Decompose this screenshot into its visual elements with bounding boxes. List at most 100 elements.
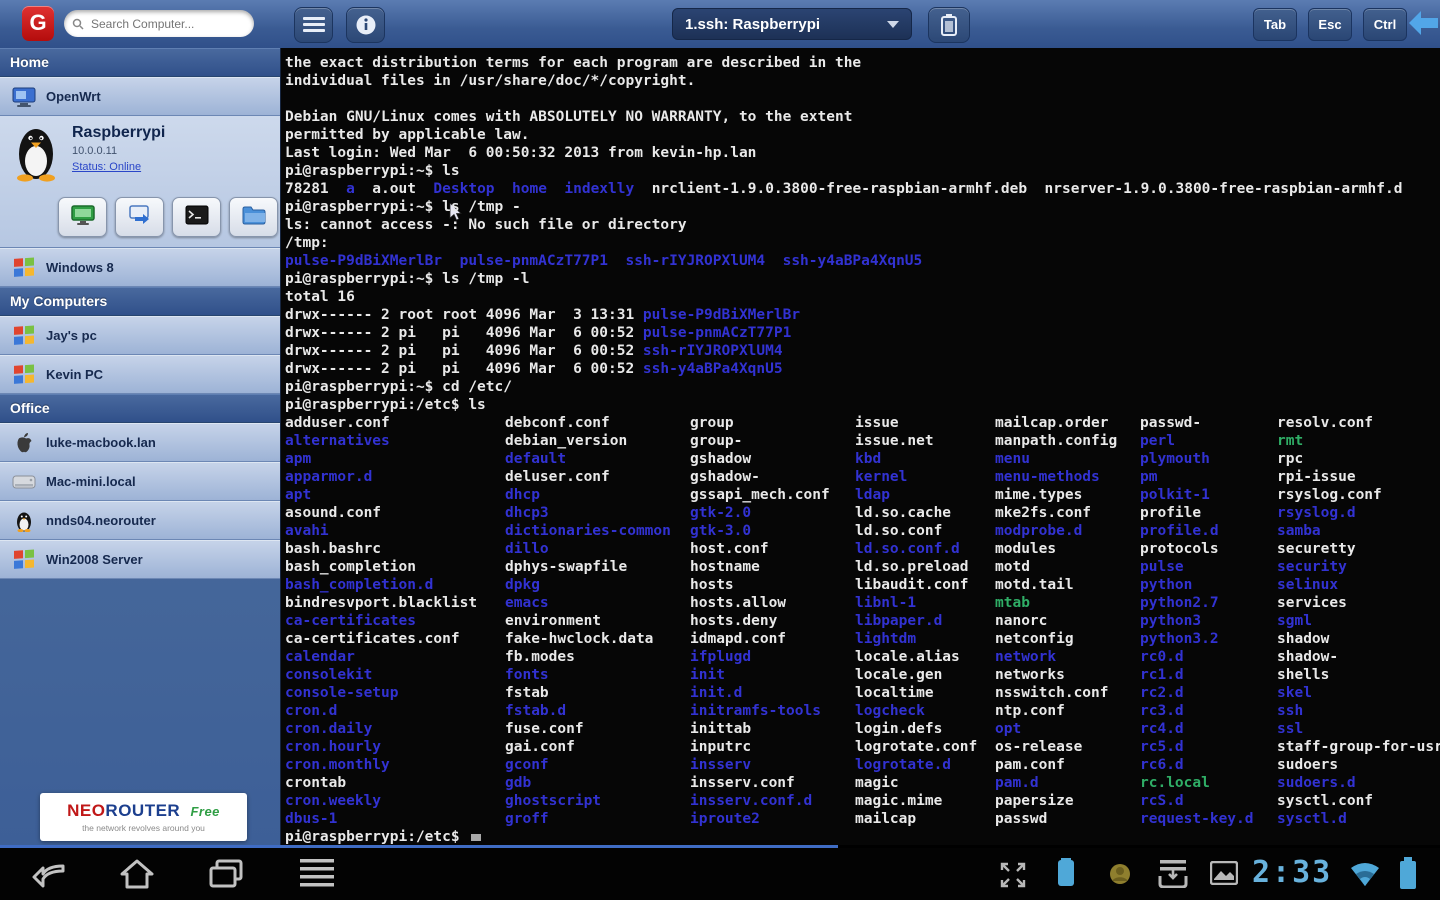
sidebar-item-openwrt[interactable]: OpenWrt bbox=[0, 77, 280, 116]
recent-apps-button[interactable] bbox=[208, 858, 244, 895]
terminal-button[interactable] bbox=[172, 197, 221, 237]
key-button-ctrl[interactable]: Ctrl bbox=[1363, 8, 1407, 41]
sidebar-item-jay-s-pc[interactable]: Jay's pc bbox=[0, 316, 280, 355]
neorouter-free-banner[interactable]: NEOROUTER Free the network revolves arou… bbox=[40, 793, 247, 841]
apple-icon bbox=[12, 431, 36, 455]
etc-entry: fuse.conf bbox=[505, 720, 671, 738]
etc-entry: gconf bbox=[505, 756, 671, 774]
session-selector-label: 1.ssh: Raspberrypi bbox=[685, 16, 820, 33]
sidebar-item-raspberrypi-expanded[interactable]: Raspberrypi10.0.0.11Status: Online bbox=[0, 116, 280, 248]
etc-entry: fstab bbox=[505, 684, 671, 702]
etc-entry: dphys-swapfile bbox=[505, 558, 671, 576]
computer-sidebar: HomeOpenWrtRaspberrypi10.0.0.11Status: O… bbox=[0, 48, 281, 845]
action-buttons bbox=[58, 197, 280, 237]
etc-entry: ld.so.conf.d bbox=[855, 540, 977, 558]
usb-storage-status[interactable] bbox=[1055, 858, 1077, 893]
computer-name: Kevin PC bbox=[46, 367, 103, 382]
brand-neo: NEO bbox=[67, 801, 105, 820]
etc-entry: resolv.conf bbox=[1277, 414, 1440, 432]
menu-button[interactable] bbox=[294, 7, 333, 43]
etc-entry: dillo bbox=[505, 540, 671, 558]
terminal[interactable]: the exact distribution terms for each pr… bbox=[281, 48, 1440, 845]
etc-entry: apparmor.d bbox=[285, 468, 477, 486]
key-button-esc[interactable]: Esc bbox=[1308, 8, 1352, 41]
etc-entry: issue.net bbox=[855, 432, 977, 450]
etc-entry: hosts.allow bbox=[690, 594, 830, 612]
terminal-line: permitted by applicable law. bbox=[285, 126, 529, 144]
computer-name: Windows 8 bbox=[46, 260, 114, 275]
terminal-line: ls: cannot access -: No such file or dir… bbox=[285, 216, 687, 234]
windows-icon bbox=[12, 363, 36, 387]
status-online-link[interactable]: Status: Online bbox=[72, 161, 141, 173]
computer-ip: 10.0.0.11 bbox=[72, 145, 165, 157]
usb-connected-status[interactable] bbox=[1158, 860, 1188, 893]
etc-entry: inittab bbox=[690, 720, 830, 738]
etc-entry: ifplugd bbox=[690, 648, 830, 666]
etc-entry: cron.hourly bbox=[285, 738, 477, 756]
sidebar-item-nnds04-neorouter[interactable]: nnds04.neorouter bbox=[0, 501, 280, 540]
etc-listing-column: debconf.confdebian_versiondefaultdeluser… bbox=[505, 414, 671, 828]
brand-tagline: the network revolves around you bbox=[82, 823, 205, 833]
terminal-line: drwx------ 2 pi pi 4096 Mar 6 00:52 puls… bbox=[285, 324, 791, 342]
info-button[interactable] bbox=[346, 7, 385, 43]
etc-entry: rc5.d bbox=[1140, 738, 1254, 756]
etc-entry: apt bbox=[285, 486, 477, 504]
clock[interactable]: 2:33 bbox=[1252, 855, 1332, 890]
app-status[interactable] bbox=[1108, 862, 1132, 891]
etc-listing-column: adduser.confalternativesapmapparmor.dapt… bbox=[285, 414, 477, 828]
session-selector[interactable]: 1.ssh: Raspberrypi bbox=[672, 8, 912, 40]
hide-toolbar-button[interactable] bbox=[1408, 9, 1438, 42]
etc-entry: locale.alias bbox=[855, 648, 977, 666]
etc-entry: emacs bbox=[505, 594, 671, 612]
etc-entry: sgml bbox=[1277, 612, 1440, 630]
sidebar-item-win2008-server[interactable]: Win2008 Server bbox=[0, 540, 280, 579]
wifi-status[interactable] bbox=[1348, 860, 1382, 893]
etc-entry: perl bbox=[1140, 432, 1254, 450]
etc-entry: bash_completion.d bbox=[285, 576, 477, 594]
etc-entry: fake-hwclock.data bbox=[505, 630, 671, 648]
etc-entry: pam.conf bbox=[995, 756, 1117, 774]
etc-entry: fb.modes bbox=[505, 648, 671, 666]
sidebar-item-luke-macbook-lan[interactable]: luke-macbook.lan bbox=[0, 423, 280, 462]
etc-entry: pm bbox=[1140, 468, 1254, 486]
etc-entry: ssh bbox=[1277, 702, 1440, 720]
screenshot-status[interactable] bbox=[1210, 861, 1238, 890]
sidebar-section-header-my-computers: My Computers bbox=[0, 287, 280, 316]
etc-listing-column: mailcap.ordermanpath.configmenumenu-meth… bbox=[995, 414, 1117, 828]
sidebar-item-mac-mini-local[interactable]: Mac-mini.local bbox=[0, 462, 280, 501]
battery-status[interactable] bbox=[1398, 857, 1418, 894]
etc-entry: python3 bbox=[1140, 612, 1254, 630]
keyboard-toggle-button[interactable] bbox=[928, 7, 970, 43]
computer-name: OpenWrt bbox=[46, 89, 101, 104]
windows-icon bbox=[12, 324, 36, 348]
search-box[interactable] bbox=[64, 10, 254, 37]
remote-desktop-icon bbox=[70, 204, 96, 231]
etc-entry: dictionaries-common bbox=[505, 522, 671, 540]
etc-entry: libpaper.d bbox=[855, 612, 977, 630]
file-transfer-button[interactable] bbox=[115, 197, 164, 237]
terminal-line: 78281 a a.out Desktop home indexlly nrcl… bbox=[285, 180, 1402, 198]
back-button[interactable] bbox=[30, 858, 66, 895]
etc-entry: adduser.conf bbox=[285, 414, 477, 432]
sidebar-item-windows-8[interactable]: Windows 8 bbox=[0, 248, 280, 287]
etc-entry: securetty bbox=[1277, 540, 1440, 558]
etc-entry: libaudit.conf bbox=[855, 576, 977, 594]
home-button[interactable] bbox=[120, 858, 154, 895]
fullscreen-icon bbox=[1000, 862, 1026, 888]
sidebar-section-header-home: Home bbox=[0, 48, 280, 77]
tux-avatar bbox=[14, 124, 58, 187]
etc-entry: gshadow- bbox=[690, 468, 830, 486]
etc-entry: sysctl.d bbox=[1277, 810, 1440, 828]
search-input[interactable] bbox=[89, 16, 233, 32]
menu-nav-button[interactable] bbox=[300, 858, 334, 893]
app-root: G 1.ssh: Raspberrypi TabEscCtrl HomeOpen… bbox=[0, 0, 1440, 900]
etc-entry: gssapi_mech.conf bbox=[690, 486, 830, 504]
fullscreen-button[interactable] bbox=[1000, 862, 1026, 893]
etc-entry: cron.daily bbox=[285, 720, 477, 738]
sidebar-item-kevin-pc[interactable]: Kevin PC bbox=[0, 355, 280, 394]
etc-entry: modprobe.d bbox=[995, 522, 1117, 540]
etc-entry: ldap bbox=[855, 486, 977, 504]
remote-desktop-button[interactable] bbox=[58, 197, 107, 237]
key-button-tab[interactable]: Tab bbox=[1253, 8, 1297, 41]
file-browser-button[interactable] bbox=[229, 197, 278, 237]
